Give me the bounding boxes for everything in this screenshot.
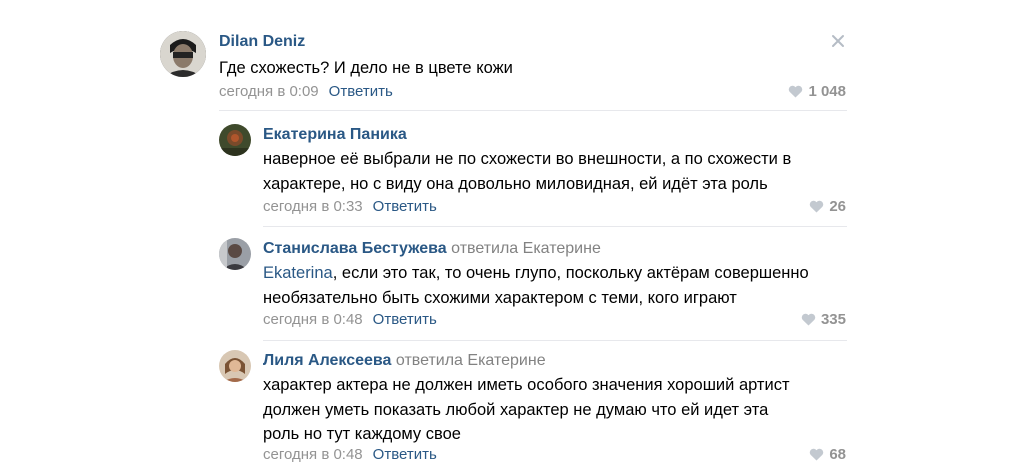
reply-to-label[interactable]: ответила Екатерине bbox=[396, 352, 546, 369]
comment-text: Где схожесть? И дело не в цвете кожи bbox=[219, 59, 513, 77]
comment-meta: сегодня в 0:09 Ответить bbox=[219, 83, 393, 100]
heart-icon bbox=[801, 313, 816, 326]
comment-author[interactable]: Лиля Алексеева ответила Екатерине bbox=[263, 352, 546, 370]
like-button[interactable]: 335 bbox=[801, 311, 846, 328]
avatar[interactable] bbox=[219, 124, 251, 156]
avatar[interactable] bbox=[219, 238, 251, 270]
comment-time[interactable]: сегодня в 0:48 bbox=[263, 311, 363, 328]
comment-meta: сегодня в 0:33 Ответить bbox=[263, 198, 437, 215]
comment-text: наверное её выбрали не по схожести во вн… bbox=[263, 150, 792, 193]
reply-link[interactable]: Ответить bbox=[373, 446, 437, 463]
reply-link[interactable]: Ответить bbox=[373, 198, 437, 215]
comment-text: характер актера не должен иметь особого … bbox=[263, 376, 790, 443]
comment-author[interactable]: Екатерина Паника bbox=[263, 126, 407, 144]
heart-icon bbox=[789, 85, 803, 98]
reply-link[interactable]: Ответить bbox=[373, 311, 437, 328]
heart-icon bbox=[810, 200, 824, 213]
divider bbox=[263, 340, 847, 341]
heart-icon bbox=[810, 448, 824, 461]
avatar[interactable] bbox=[219, 350, 251, 382]
mention-link[interactable]: Ekaterina bbox=[263, 264, 333, 282]
comment-author[interactable]: Dilan Deniz bbox=[219, 33, 305, 51]
divider bbox=[219, 110, 847, 111]
comment-meta: сегодня в 0:48 Ответить bbox=[263, 446, 437, 463]
comment-text: Ekaterina, если это так, то очень глупо,… bbox=[263, 264, 809, 307]
close-icon[interactable] bbox=[830, 33, 846, 49]
reply-link[interactable]: Ответить bbox=[329, 83, 393, 100]
like-count: 1 048 bbox=[808, 83, 846, 100]
comment-time[interactable]: сегодня в 0:09 bbox=[219, 83, 319, 100]
like-count: 335 bbox=[820, 311, 846, 328]
comment-time[interactable]: сегодня в 0:48 bbox=[263, 446, 363, 463]
reply-to-label[interactable]: ответила Екатерине bbox=[451, 240, 601, 257]
like-button[interactable]: 68 bbox=[809, 446, 846, 463]
like-count: 68 bbox=[829, 446, 846, 463]
comment-meta: сегодня в 0:48 Ответить bbox=[263, 311, 437, 328]
avatar[interactable] bbox=[160, 31, 206, 77]
comment-author[interactable]: Станислава Бестужева ответила Екатерине bbox=[263, 240, 601, 258]
divider bbox=[263, 226, 847, 227]
comment-time[interactable]: сегодня в 0:33 bbox=[263, 198, 363, 215]
like-button[interactable]: 26 bbox=[809, 198, 846, 215]
like-button[interactable]: 1 048 bbox=[788, 83, 846, 100]
like-count: 26 bbox=[829, 198, 846, 215]
